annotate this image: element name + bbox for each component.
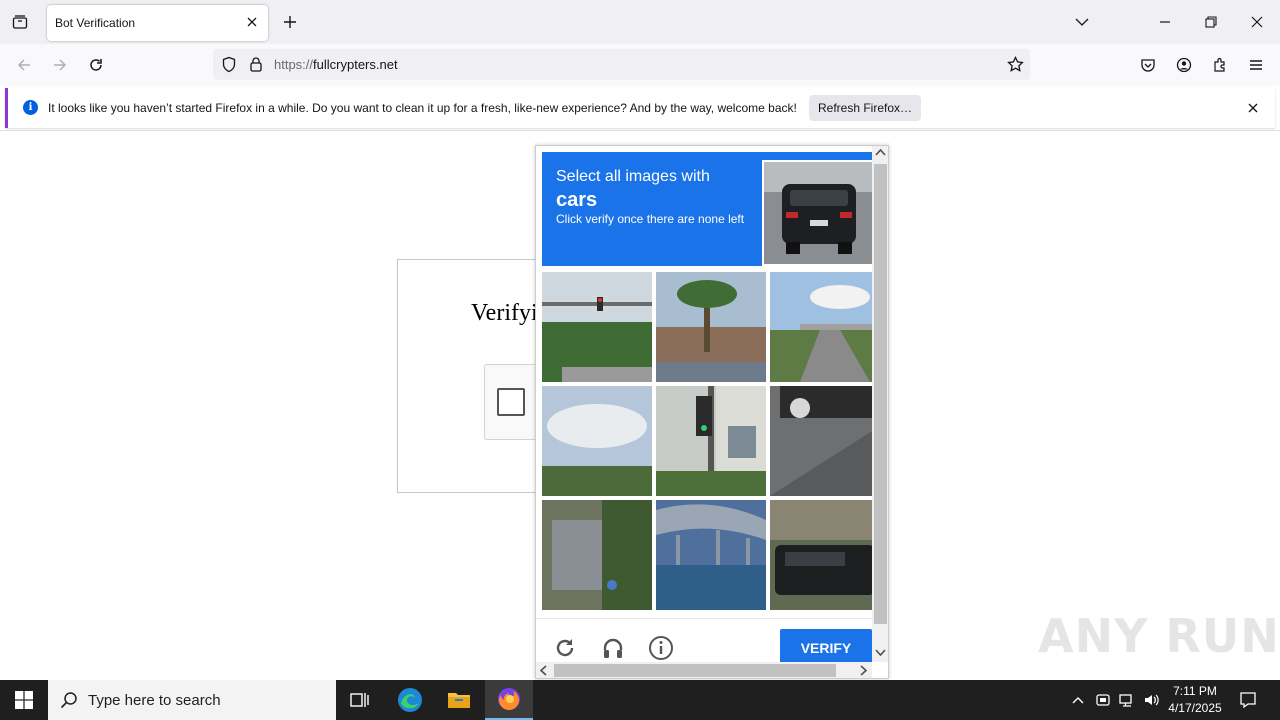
tile-suv-trees[interactable]: [770, 500, 880, 610]
sample-image: [762, 160, 874, 266]
recaptcha-challenge-frame: Select all images with cars Click verify…: [535, 145, 889, 679]
volume-icon[interactable]: [1142, 691, 1160, 709]
forward-icon[interactable]: [47, 52, 73, 78]
new-tab-icon[interactable]: [278, 8, 302, 36]
file-explorer-icon[interactable]: [435, 680, 483, 720]
horizontal-scrollbar[interactable]: [536, 662, 872, 678]
reload-icon[interactable]: [83, 52, 109, 78]
tab-strip: Bot Verification: [0, 0, 1280, 44]
recaptcha-checkbox[interactable]: [497, 388, 525, 416]
firefox-taskbar-icon[interactable]: [485, 680, 533, 720]
taskbar: Type here to search 7:11 PM 4/17/2025: [0, 680, 1280, 720]
scroll-left-icon[interactable]: [539, 665, 547, 678]
url-text[interactable]: https://fullcrypters.net: [274, 57, 398, 72]
tile-bridge-water[interactable]: [656, 500, 766, 610]
taskbar-search-box[interactable]: Type here to search: [48, 680, 336, 720]
refresh-firefox-button[interactable]: Refresh Firefox…: [809, 95, 921, 121]
audio-challenge-icon[interactable]: [600, 635, 626, 661]
anyrun-watermark: ANY RUN: [1038, 609, 1280, 663]
tile-traffic-light-trees[interactable]: [542, 272, 652, 382]
vertical-scrollbar[interactable]: [872, 146, 888, 662]
scroll-down-icon[interactable]: [875, 649, 886, 660]
close-tab-icon[interactable]: [244, 14, 260, 30]
tile-storefront-trees[interactable]: [542, 500, 652, 610]
close-notification-icon[interactable]: [1245, 100, 1261, 116]
scroll-right-icon[interactable]: [860, 665, 868, 678]
bookmark-star-icon[interactable]: [1007, 55, 1024, 76]
extensions-icon[interactable]: [1207, 52, 1233, 78]
account-icon[interactable]: [1171, 52, 1197, 78]
tile-highway-overpass[interactable]: [770, 272, 880, 382]
challenge-header: Select all images with cars Click verify…: [542, 152, 874, 266]
info-challenge-icon[interactable]: [648, 635, 674, 661]
page-title: Verifyi: [471, 300, 538, 326]
back-icon[interactable]: [11, 52, 37, 78]
notification-message: It looks like you haven’t started Firefo…: [48, 101, 797, 115]
close-window-icon[interactable]: [1243, 8, 1271, 36]
reload-challenge-icon[interactable]: [552, 635, 578, 661]
restore-icon[interactable]: [1197, 8, 1225, 36]
task-view-icon[interactable]: [336, 680, 384, 720]
system-clock[interactable]: 7:11 PM 4/17/2025: [1162, 683, 1228, 717]
tile-palm-tree-building[interactable]: [656, 272, 766, 382]
windows-start-icon[interactable]: [0, 680, 48, 720]
challenge-footer: VERIFY: [536, 618, 872, 667]
notifications-icon[interactable]: [1238, 690, 1258, 710]
list-all-tabs-icon[interactable]: [1068, 8, 1096, 36]
tile-traffic-light-building[interactable]: [656, 386, 766, 496]
network-icon[interactable]: [1118, 691, 1136, 709]
meet-now-icon[interactable]: [1094, 691, 1112, 709]
show-hidden-icons-chevron-icon[interactable]: [1069, 691, 1087, 709]
tile-clouds-trees[interactable]: [542, 386, 652, 496]
challenge-target: cars: [556, 189, 598, 211]
minimize-icon[interactable]: [1151, 8, 1179, 36]
scroll-up-icon[interactable]: [875, 148, 886, 159]
tab-bot-verification[interactable]: Bot Verification: [47, 5, 268, 41]
info-icon: i: [23, 100, 38, 115]
tab-list-icon[interactable]: [6, 8, 34, 36]
notification-bar: i It looks like you haven’t started Fire…: [5, 88, 1275, 128]
challenge-hint: Click verify once there are none left: [556, 212, 745, 226]
tracking-protection-shield-icon[interactable]: [221, 56, 237, 76]
horizontal-scroll-thumb[interactable]: [554, 664, 836, 677]
challenge-instruction: Select all images with: [556, 168, 710, 185]
tab-title: Bot Verification: [55, 16, 136, 30]
edge-icon[interactable]: [386, 680, 434, 720]
navigation-toolbar: https://fullcrypters.net: [0, 44, 1280, 86]
tile-car-parking[interactable]: [770, 386, 880, 496]
search-placeholder: Type here to search: [88, 692, 221, 709]
menu-icon[interactable]: [1243, 52, 1269, 78]
search-icon: [60, 691, 78, 712]
clock-time: 7:11 PM: [1173, 684, 1217, 698]
lock-icon[interactable]: [249, 56, 263, 76]
clock-date: 4/17/2025: [1168, 701, 1222, 715]
vertical-scroll-thumb[interactable]: [874, 164, 887, 624]
page-content: Verifyi Select all images with cars Clic…: [0, 130, 1280, 680]
address-bar[interactable]: https://fullcrypters.net: [213, 49, 1030, 80]
pocket-icon[interactable]: [1135, 52, 1161, 78]
